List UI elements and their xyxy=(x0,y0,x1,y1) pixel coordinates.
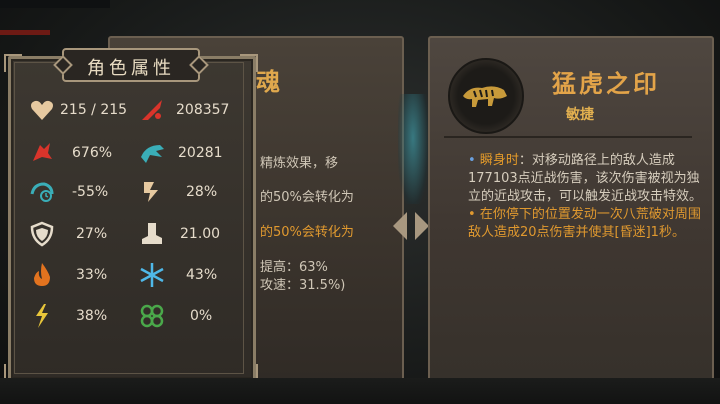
boot-icon xyxy=(142,223,162,244)
stat-value: 215 / 215 xyxy=(60,102,128,118)
compare-arrow-right-icon[interactable] xyxy=(415,212,429,240)
effect-name: 瞬身时 xyxy=(479,153,519,168)
effect-text: 在你停下的位置发动一次八荒破对周围敌人造成20点伤害并使其[昏迷]1秒。 xyxy=(468,207,701,240)
stats-title-banner: 角色属性 xyxy=(62,48,200,82)
right-item-title: 猛虎之印 xyxy=(552,69,660,98)
lightning-icon xyxy=(36,304,48,328)
stat-value: 21.00 xyxy=(180,226,221,242)
health-bar-fragment xyxy=(0,30,50,35)
bottom-band xyxy=(0,378,720,404)
tiger-emblem-icon xyxy=(448,58,524,134)
middle-item-title: 魂 xyxy=(256,67,280,96)
character-figure xyxy=(398,94,428,204)
frame-corner xyxy=(4,54,22,72)
stat-value: 43% xyxy=(186,267,218,283)
shield-icon xyxy=(30,221,54,247)
stat-value: 0% xyxy=(190,308,213,324)
crit-chance-icon xyxy=(33,143,52,161)
heart-icon xyxy=(31,100,53,120)
bullet: • xyxy=(468,153,476,168)
middle-item-line: 攻速：31.5%) xyxy=(260,278,346,293)
middle-item-line: 精炼效果，移 xyxy=(260,156,339,171)
stat-value: -55% xyxy=(72,184,109,200)
snowflake-icon xyxy=(140,263,164,287)
stat-value: 28% xyxy=(186,184,218,200)
stat-value: 38% xyxy=(76,308,108,324)
right-item-subtitle: 敏捷 xyxy=(566,107,594,123)
right-item-description: • 瞬身时：对移动路径上的敌人造成177103点近战伤害，该次伤害被视为独立的近… xyxy=(468,152,708,242)
sword-attack-icon xyxy=(142,100,162,120)
cooldown-icon xyxy=(30,182,54,202)
frame-corner xyxy=(240,54,258,72)
stat-value: 676% xyxy=(72,145,113,161)
stat-value: 20281 xyxy=(178,145,223,161)
stat-value: 208357 xyxy=(176,102,230,118)
stat-value: 27% xyxy=(76,226,108,242)
stats-title: 角色属性 xyxy=(87,58,175,79)
middle-item-line: 提高：63% xyxy=(260,260,328,275)
poison-icon xyxy=(140,304,164,328)
burst-icon xyxy=(144,182,158,202)
compare-arrow-left-icon[interactable] xyxy=(393,212,407,240)
divider xyxy=(444,136,692,138)
crit-damage-icon xyxy=(141,145,164,163)
middle-item-line: 的50%会转化为 xyxy=(260,225,354,240)
top-bar xyxy=(0,0,110,8)
middle-item-line: 的50%会转化为 xyxy=(260,190,354,205)
stat-value: 33% xyxy=(76,267,108,283)
bullet: • xyxy=(468,207,476,222)
fire-icon xyxy=(34,263,50,286)
